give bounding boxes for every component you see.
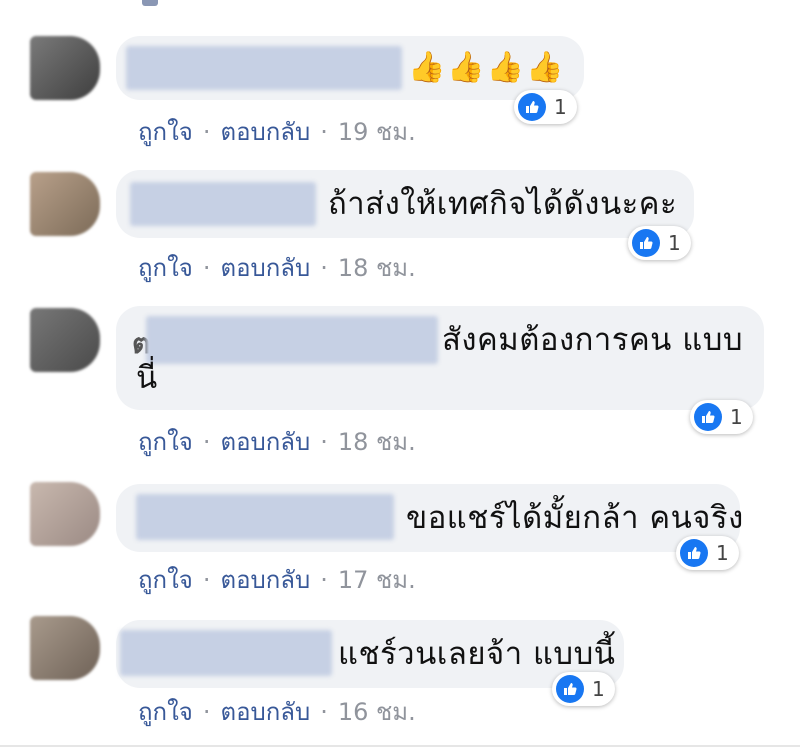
comment-text: แชร์วนเลยจ้า แบบนี้ (338, 636, 616, 672)
reply-link[interactable]: ตอบกลับ (220, 560, 310, 599)
timestamp[interactable]: 18 ชม. (338, 422, 416, 461)
like-link[interactable]: ถูกใจ (138, 560, 193, 599)
like-icon (680, 539, 708, 567)
thumbs-up-emoji-text: 👍👍👍👍 (408, 50, 566, 85)
reaction-badge[interactable]: 1 (628, 226, 691, 260)
commenter-name-redacted[interactable] (120, 630, 332, 676)
reply-link[interactable]: ตอบกลับ (220, 692, 310, 731)
comment-actions: ถูกใจ · ตอบกลับ · 16 ชม. (138, 692, 416, 731)
reaction-badge[interactable]: 1 (676, 536, 739, 570)
separator: · (202, 253, 211, 282)
comment-text-line2: นี่ (136, 360, 158, 396)
reply-link[interactable]: ตอบกลับ (220, 248, 310, 287)
like-link[interactable]: ถูกใจ (138, 248, 193, 287)
separator: · (320, 565, 328, 594)
separator: · (202, 697, 211, 726)
previous-comment-fragment (142, 0, 158, 6)
reaction-count: 1 (554, 95, 567, 119)
timestamp[interactable]: 16 ชม. (338, 692, 416, 731)
timestamp[interactable]: 17 ชม. (338, 560, 416, 599)
separator: · (320, 697, 328, 726)
reaction-badge[interactable]: 1 (514, 90, 577, 124)
reaction-badge[interactable]: 1 (690, 400, 753, 434)
like-icon (632, 229, 660, 257)
comment-actions: ถูกใจ · ตอบกลับ · 18 ชม. (138, 422, 416, 461)
reaction-badge[interactable]: 1 (552, 672, 615, 706)
separator: · (202, 427, 211, 456)
avatar[interactable] (30, 308, 100, 372)
timestamp[interactable]: 18 ชม. (338, 248, 416, 287)
like-icon (694, 403, 722, 431)
avatar[interactable] (30, 616, 100, 680)
comment-actions: ถูกใจ · ตอบกลับ · 18 ชม. (138, 248, 416, 287)
reaction-count: 1 (730, 405, 743, 429)
like-icon (556, 675, 584, 703)
separator: · (320, 117, 328, 146)
avatar[interactable] (30, 36, 100, 100)
like-link[interactable]: ถูกใจ (138, 422, 193, 461)
separator: · (320, 427, 328, 456)
reaction-count: 1 (668, 231, 681, 255)
avatar[interactable] (30, 172, 100, 236)
comment-bubble: ขอแชร์ได้มั้ยกล้า คนจริง (116, 484, 743, 552)
separator: · (202, 117, 211, 146)
reaction-count: 1 (716, 541, 729, 565)
comment-actions: ถูกใจ · ตอบกลับ · 17 ชม. (138, 560, 416, 599)
like-icon (518, 93, 546, 121)
comment-bubble: 👍👍👍👍 (116, 36, 584, 100)
reply-link[interactable]: ตอบกลับ (220, 422, 310, 461)
divider (0, 745, 800, 747)
avatar[interactable] (30, 482, 100, 546)
reaction-count: 1 (592, 677, 605, 701)
comment-text: ถ้าส่งให้เทศกิจได้ดังนะคะ (328, 186, 678, 222)
commenter-name-redacted[interactable] (126, 46, 402, 90)
commenter-name-redacted[interactable] (130, 182, 316, 226)
comment-text-line1: สังคมต้องการคน แบบ (442, 322, 744, 358)
commenter-name-redacted[interactable] (136, 494, 394, 540)
commenter-name-redacted[interactable] (146, 316, 438, 364)
comment-bubble: แชร์วนเลยจ้า แบบนี้ (116, 620, 624, 688)
like-link[interactable]: ถูกใจ (138, 112, 193, 151)
reply-link[interactable]: ตอบกลับ (220, 112, 310, 151)
separator: · (202, 565, 211, 594)
comment-text: ขอแชร์ได้มั้ยกล้า คนจริง (406, 500, 744, 536)
comment-bubble: ต สังคมต้องการคน แบบ นี่ (116, 306, 764, 410)
timestamp[interactable]: 19 ชม. (338, 112, 416, 151)
comment-actions: ถูกใจ · ตอบกลับ · 19 ชม. (138, 112, 416, 151)
comment-bubble: ถ้าส่งให้เทศกิจได้ดังนะคะ (116, 170, 694, 238)
separator: · (320, 253, 328, 282)
like-link[interactable]: ถูกใจ (138, 692, 193, 731)
